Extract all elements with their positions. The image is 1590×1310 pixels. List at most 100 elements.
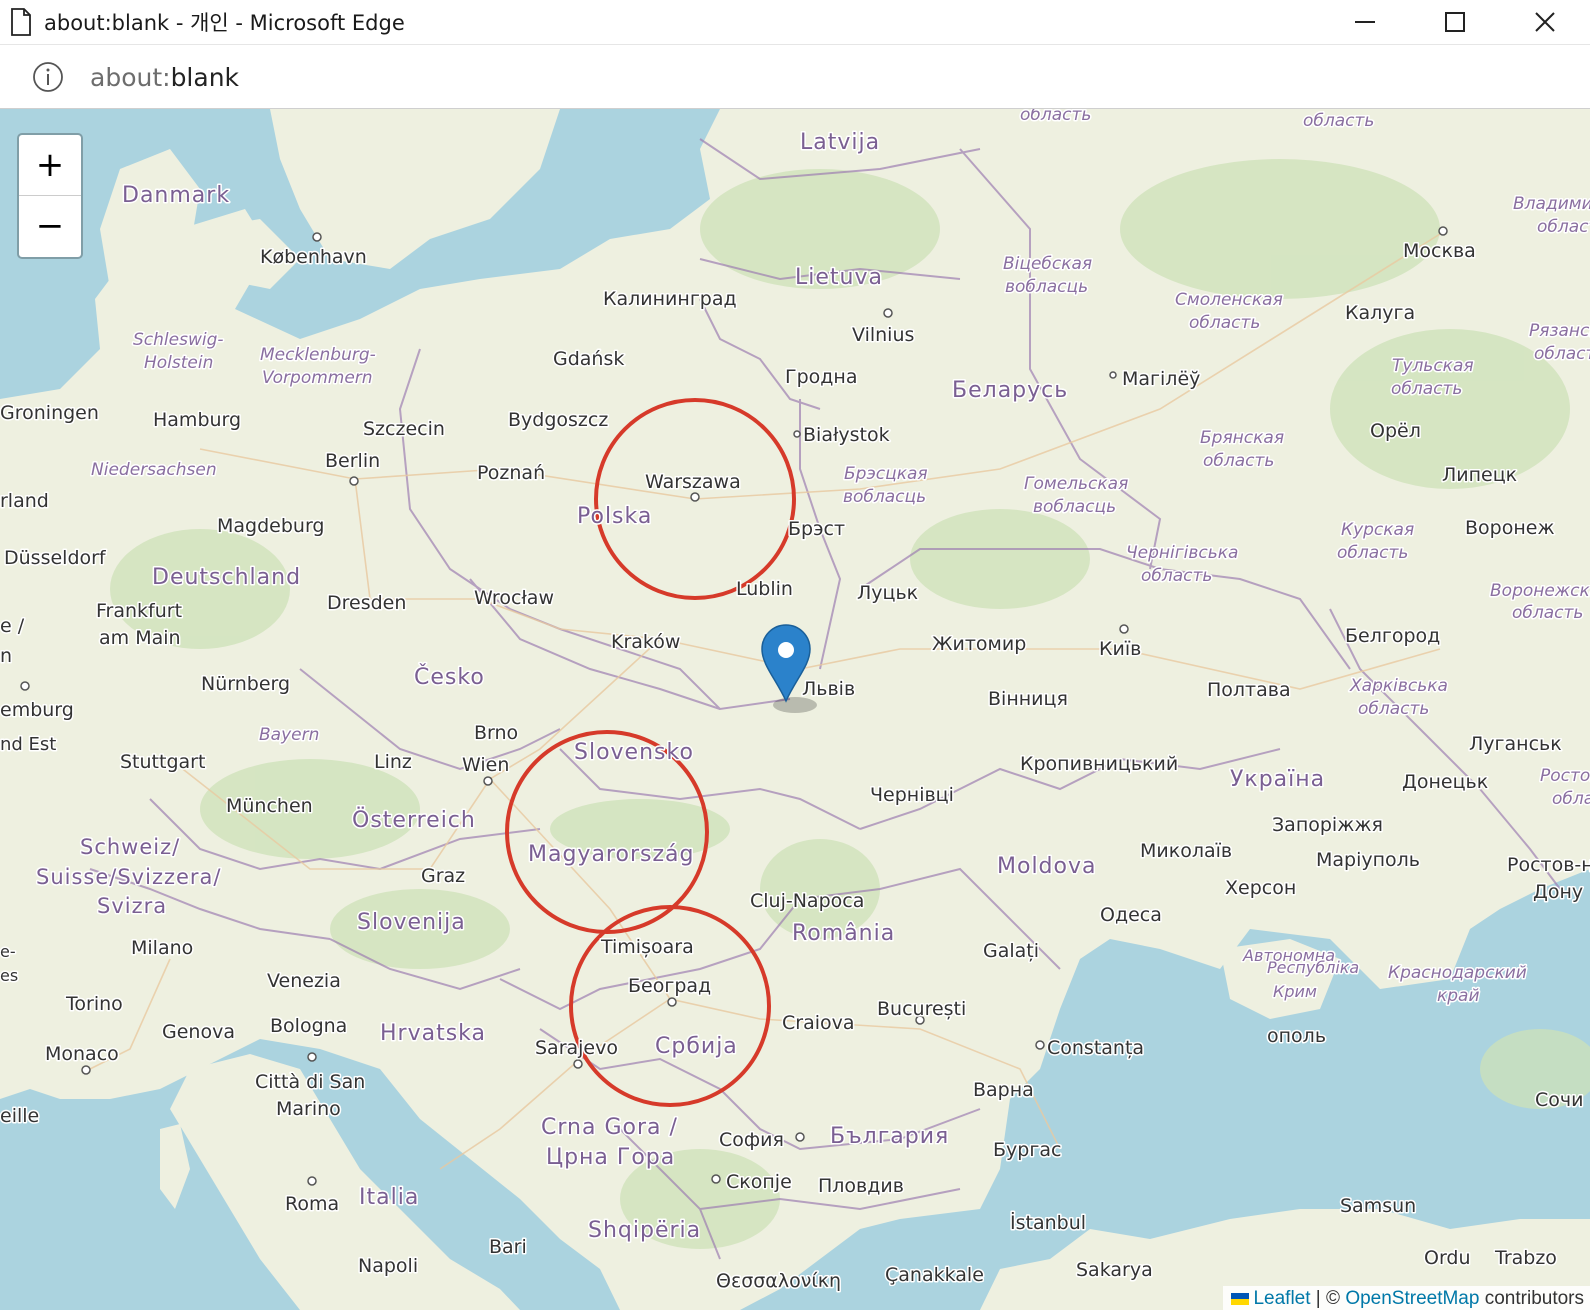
city-label: Vilnius <box>852 324 914 346</box>
region-label: Niedersachsen <box>91 460 217 480</box>
city-label: Миколаїв <box>1140 840 1232 862</box>
minimize-button[interactable] <box>1320 0 1410 44</box>
city-label: Bari <box>489 1236 527 1258</box>
region-label: область <box>1337 543 1408 563</box>
city-label: Galați <box>983 940 1039 962</box>
country-label: Österreich <box>352 807 476 833</box>
city-label: Львів <box>802 678 855 700</box>
city-label: Калининград <box>603 288 737 310</box>
city-label: Sarajevo <box>535 1037 618 1059</box>
city-label: İstanbul <box>1010 1211 1086 1234</box>
city-label: es <box>0 966 18 985</box>
minimize-icon <box>1355 21 1375 23</box>
city-label: Marino <box>276 1098 341 1120</box>
region-label: область <box>1303 111 1374 131</box>
city-label: Пловдив <box>818 1175 904 1197</box>
country-label: Україна <box>1230 767 1325 792</box>
country-label: Hrvatska <box>380 1021 486 1046</box>
city-label: Berlin <box>325 450 380 472</box>
openstreetmap-link[interactable]: OpenStreetMap <box>1345 1288 1479 1309</box>
country-label: Schweiz/ <box>80 835 180 859</box>
region-label: область <box>1534 344 1590 364</box>
city-label: Москва <box>1403 240 1476 262</box>
city-label: Сочи <box>1535 1089 1583 1111</box>
city-label: Hamburg <box>153 409 241 431</box>
region-label: область <box>1358 699 1429 719</box>
city-label: Milano <box>131 937 193 959</box>
city-label: Graz <box>421 865 465 887</box>
city-label: Маріуполь <box>1316 849 1420 871</box>
city-label: Città di San <box>255 1071 365 1093</box>
country-label: Polska <box>577 504 652 529</box>
land-corsica <box>160 1124 190 1209</box>
city-label: Poznań <box>477 462 545 484</box>
city-label: Ordu <box>1424 1247 1471 1269</box>
zoom-out-button[interactable]: − <box>19 196 81 256</box>
region-label: Віцебская <box>1003 254 1092 274</box>
region-label: Брэсцкая <box>844 464 928 484</box>
maximize-icon <box>1445 12 1465 32</box>
city-label: Magdeburg <box>217 515 325 537</box>
city-label: Београд <box>628 975 711 997</box>
region-label: Смоленская <box>1175 290 1283 310</box>
city-label: am Main <box>99 627 181 649</box>
city-label: Белгород <box>1345 625 1440 647</box>
maximize-button[interactable] <box>1410 0 1500 44</box>
city-label: Херсон <box>1225 877 1296 899</box>
city-label: Kraków <box>611 631 680 653</box>
city-label: Кропивницький <box>1020 753 1178 775</box>
region-label: Holstein <box>144 353 213 373</box>
attribution-separator: | © <box>1310 1288 1346 1309</box>
map-attribution: Leaflet | © OpenStreetMap contributors <box>1223 1286 1590 1310</box>
region-label: Vorpommern <box>262 368 373 388</box>
region-label: область <box>1189 313 1260 333</box>
city-label: Брэст <box>788 518 845 540</box>
attribution-suffix: contributors <box>1479 1288 1584 1309</box>
city-label: Craiova <box>782 1012 855 1034</box>
city-label: nd Est <box>0 734 56 755</box>
city-label: Варна <box>973 1079 1034 1101</box>
city-label: Groningen <box>0 402 99 424</box>
region-label: Чернігівська <box>1126 543 1238 563</box>
region-label: вобласць <box>843 487 926 507</box>
region-label: Гомельская <box>1024 474 1128 494</box>
ukraine-flag-icon <box>1231 1292 1250 1305</box>
city-label: Bydgoszcz <box>508 409 608 431</box>
leaflet-link[interactable]: Leaflet <box>1253 1288 1310 1309</box>
city-label: Дону <box>1533 881 1583 903</box>
city-label: Wrocław <box>474 587 554 609</box>
window-title: about:blank - 개인 - Microsoft Edge <box>44 11 405 35</box>
city-label: Torino <box>65 993 123 1015</box>
map[interactable]: Latvija Danmark Lietuva Беларусь Polska Deuts… <box>0 109 1590 1310</box>
country-label: Crna Gora / <box>541 1115 678 1140</box>
close-button[interactable] <box>1500 0 1590 44</box>
region-label: область <box>1391 379 1462 399</box>
region-label: Воронежская <box>1490 581 1590 601</box>
region-label: область <box>1537 217 1590 237</box>
map-canvas[interactable]: Latvija Danmark Lietuva Беларусь Polska Deuts… <box>0 109 1590 1310</box>
city-label: Trabzo <box>1494 1247 1557 1269</box>
city-label: Timișoara <box>600 936 694 958</box>
country-label: Svizra <box>97 894 167 918</box>
address-url[interactable]: about:blank <box>90 63 239 92</box>
zoom-in-button[interactable]: + <box>19 135 81 196</box>
country-label: Moldova <box>997 854 1096 879</box>
city-label: eille <box>0 1105 39 1127</box>
city-label: Warszawa <box>645 471 741 493</box>
info-icon[interactable] <box>32 61 64 93</box>
region-label: Харківська <box>1349 676 1448 696</box>
city-label: Бургас <box>993 1139 1061 1161</box>
url-scheme: about: <box>90 62 171 92</box>
region-label: Брянская <box>1200 428 1284 448</box>
city-label: Київ <box>1099 638 1141 660</box>
city-label: Полтава <box>1207 679 1291 701</box>
city-label: София <box>719 1129 784 1151</box>
country-label: Deutschland <box>152 565 301 590</box>
city-label: Napoli <box>358 1255 418 1277</box>
city-label: Луцьк <box>857 582 918 604</box>
url-rest: blank <box>170 62 240 92</box>
region-label: область <box>1512 603 1583 623</box>
country-label: Magyarország <box>528 842 694 867</box>
city-label: Brno <box>474 722 518 744</box>
city-label: Çanakkale <box>885 1264 984 1286</box>
